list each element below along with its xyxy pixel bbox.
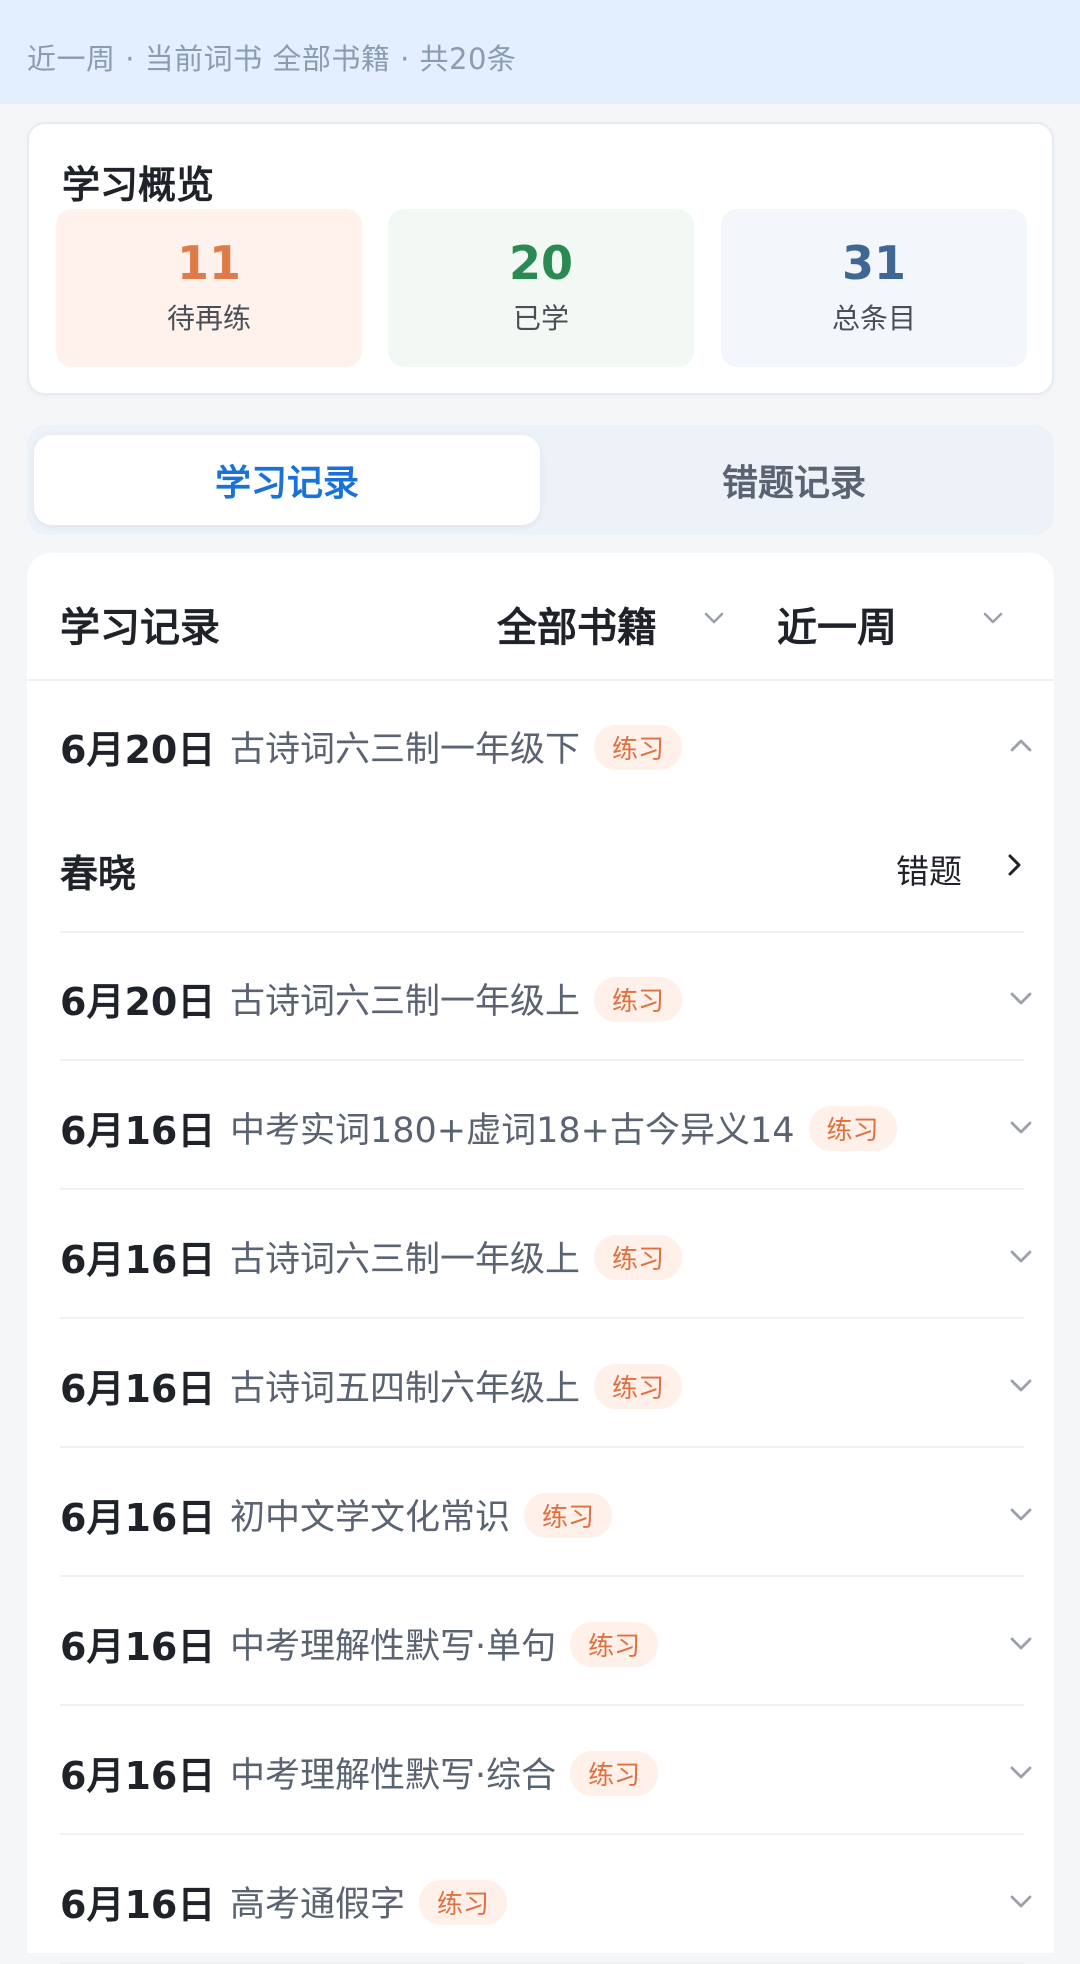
record-row[interactable]: 6月16日 古诗词六三制一年级上 练习	[60, 1191, 1032, 1319]
record-date: 6月16日	[60, 1367, 216, 1411]
record-date: 6月16日	[60, 1754, 216, 1798]
chevron-down-icon[interactable]	[1006, 1241, 1036, 1271]
book-filter-dropdown[interactable]: 全部书籍	[497, 595, 657, 653]
chevron-up-icon[interactable]	[1006, 731, 1036, 761]
record-book: 古诗词六三制一年级上 练习	[230, 1231, 683, 1282]
record-row[interactable]: 6月16日 高考通假字 练习	[60, 1836, 1032, 1964]
stat-learned-label: 已学	[512, 302, 569, 335]
practice-tag: 练习	[524, 1493, 613, 1538]
record-row[interactable]: 6月16日 中考理解性默写·综合 练习	[60, 1707, 1032, 1835]
record-book-name: 古诗词六三制一年级上	[230, 1240, 581, 1280]
record-row-expanded[interactable]: 6月20日 古诗词六三制一年级下 练习	[60, 681, 1032, 809]
chevron-down-icon[interactable]	[1006, 1757, 1036, 1787]
record-book: 初中文学文化常识 练习	[230, 1489, 613, 1540]
tab-wrong-records[interactable]: 错题记录	[541, 435, 1047, 525]
summary-banner: 近一周 · 当前词书 全部书籍 · 共20条	[0, 0, 1080, 104]
stat-learned-value: 20	[508, 236, 573, 290]
chevron-down-icon[interactable]	[1006, 1499, 1036, 1529]
practice-tag: 练习	[419, 1880, 508, 1925]
record-date: 6月20日	[60, 728, 216, 772]
record-date: 6月16日	[60, 1883, 216, 1927]
practice-tag: 练习	[570, 1622, 659, 1667]
record-book-name: 古诗词五四制六年级上	[230, 1369, 581, 1409]
chevron-down-icon[interactable]	[1006, 1370, 1036, 1400]
record-book: 古诗词六三制一年级上 练习	[230, 973, 683, 1024]
record-book: 中考理解性默写·综合 练习	[230, 1747, 659, 1798]
stat-pending-label: 待再练	[166, 302, 251, 335]
record-book-name: 初中文学文化常识	[230, 1498, 511, 1538]
stat-total-value: 31	[841, 236, 906, 290]
practice-tag: 练习	[594, 725, 683, 770]
poem-title: 春晓	[60, 852, 137, 896]
record-row[interactable]: 6月16日 古诗词五四制六年级上 练习	[60, 1320, 1032, 1448]
records-card: 学习记录 全部书籍 近一周 6月20日 古诗词六三制一年级下 练习 春晓 错题 6…	[27, 553, 1054, 1964]
chevron-down-icon[interactable]	[1006, 1628, 1036, 1658]
record-book: 高考通假字 练习	[230, 1876, 508, 1927]
range-filter-dropdown[interactable]: 近一周	[777, 595, 897, 653]
record-book: 中考理解性默写·单句 练习	[230, 1618, 659, 1669]
overview-card: 学习概览 11 待再练 20 已学 31 总条目	[27, 122, 1054, 395]
records-title: 学习记录	[60, 605, 220, 651]
record-book-name: 中考理解性默写·综合	[230, 1756, 557, 1796]
record-row[interactable]: 6月16日 中考理解性默写·单句 练习	[60, 1578, 1032, 1706]
record-book-name: 中考理解性默写·单句	[230, 1627, 557, 1667]
record-row[interactable]: 6月16日 初中文学文化常识 练习	[60, 1449, 1032, 1577]
summary-banner-text: 近一周 · 当前词书 全部书籍 · 共20条	[27, 42, 517, 76]
record-date: 6月16日	[60, 1109, 216, 1153]
chevron-down-icon[interactable]	[1006, 1886, 1036, 1916]
record-book-name: 中考实词180+虚词18+古今异义14	[230, 1111, 795, 1151]
stat-total[interactable]: 31 总条目	[721, 209, 1027, 367]
record-date: 6月16日	[60, 1625, 216, 1669]
chevron-down-icon[interactable]	[1006, 983, 1036, 1013]
chevron-down-icon[interactable]	[701, 605, 727, 631]
practice-tag: 练习	[594, 1364, 683, 1409]
record-date: 6月20日	[60, 980, 216, 1024]
practice-tag: 练习	[594, 1235, 683, 1280]
record-book-name: 古诗词六三制一年级上	[230, 982, 581, 1022]
stat-pending[interactable]: 11 待再练	[56, 209, 362, 367]
tab-study-records[interactable]: 学习记录	[34, 435, 540, 525]
records-header: 学习记录 全部书籍 近一周	[27, 553, 1054, 681]
practice-tag: 练习	[570, 1751, 659, 1796]
record-book-name: 古诗词六三制一年级下	[230, 730, 581, 770]
record-book: 中考实词180+虚词18+古今异义14 练习	[230, 1102, 897, 1153]
chevron-right-icon[interactable]	[999, 850, 1029, 880]
record-tabs: 学习记录 错题记录	[27, 425, 1054, 535]
record-sub-item[interactable]: 春晓 错题	[60, 803, 1024, 933]
record-row[interactable]: 6月16日 中考实词180+虚词18+古今异义14 练习	[60, 1062, 1032, 1190]
practice-tag: 练习	[594, 977, 683, 1022]
stat-total-label: 总条目	[831, 302, 916, 335]
chevron-down-icon[interactable]	[980, 605, 1006, 631]
record-book: 古诗词六三制一年级下 练习	[230, 721, 683, 772]
overview-title: 学习概览	[62, 163, 215, 207]
stat-pending-value: 11	[176, 236, 241, 290]
record-date: 6月16日	[60, 1496, 216, 1540]
practice-tag: 练习	[808, 1106, 897, 1151]
record-date: 6月16日	[60, 1238, 216, 1282]
chevron-down-icon[interactable]	[1006, 1112, 1036, 1142]
stat-learned[interactable]: 20 已学	[388, 209, 694, 367]
record-book-name: 高考通假字	[230, 1885, 406, 1925]
record-row[interactable]: 6月20日 古诗词六三制一年级上 练习	[60, 933, 1032, 1061]
record-book: 古诗词五四制六年级上 练习	[230, 1360, 683, 1411]
wrong-questions-link[interactable]: 错题	[896, 845, 962, 893]
